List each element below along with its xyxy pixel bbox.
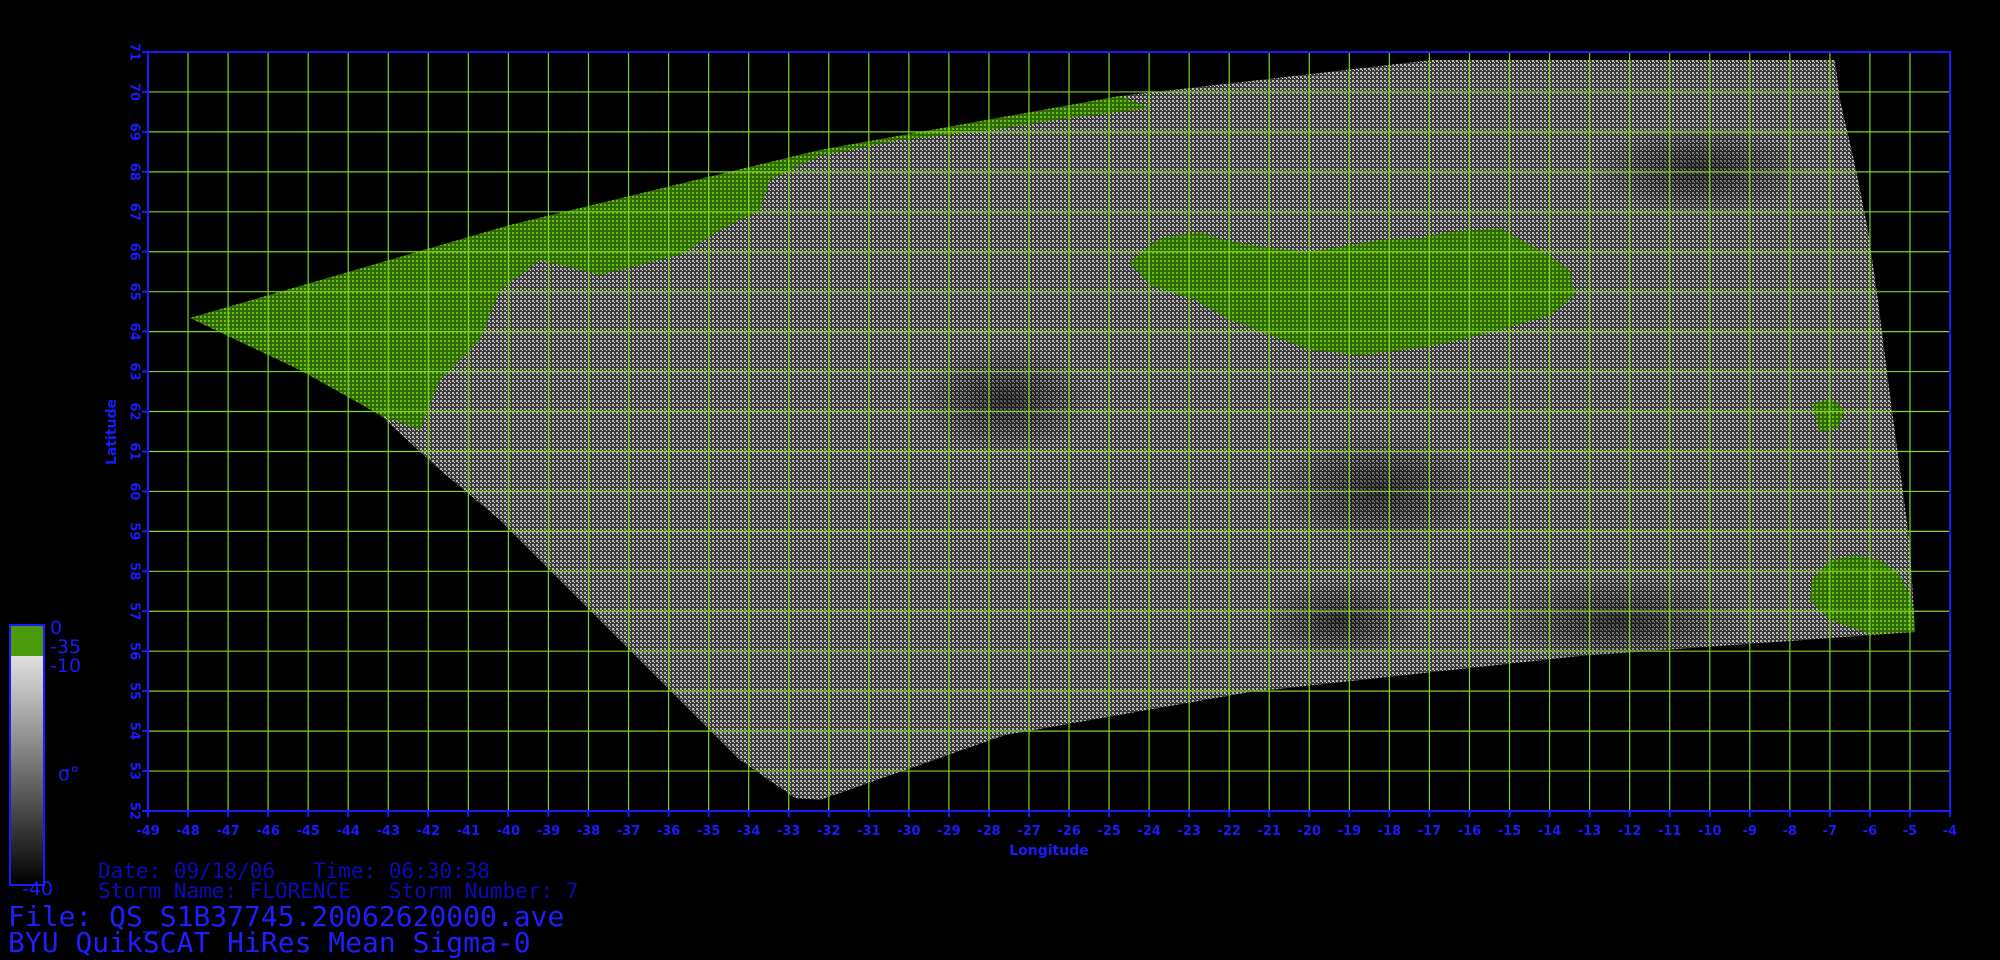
longitude-tick-label: -17 [1418,824,1442,839]
latitude-tick-label: 62 [127,402,142,420]
longitude-tick-label: -13 [1578,824,1602,839]
longitude-tick-label: -38 [577,824,601,839]
longitude-tick-label: -19 [1338,824,1362,839]
longitude-tick-label: -27 [1017,824,1041,839]
longitude-tick-label: -26 [1057,824,1081,839]
longitude-tick-labels: -49 -48 -47 -46 -45 -44 -43 -42 -41 -40 -39 -38 -37 -… [136,811,1957,839]
longitude-tick-label: -12 [1618,824,1642,839]
latitude-tick-label: 61 [127,442,142,460]
latitude-tick-label: 52 [127,802,142,820]
longitude-tick-label: -34 [737,824,761,839]
longitude-tick-label: -32 [817,824,841,839]
longitude-tick-label: -25 [1097,824,1121,839]
latitude-tick-label: 70 [127,83,142,101]
longitude-tick-label: -18 [1378,824,1402,839]
colorbar-land-swatch [11,626,43,656]
latitude-tick-label: 59 [127,522,142,540]
longitude-tick-label: -35 [697,824,721,839]
longitude-tick-label: -8 [1783,824,1797,839]
longitude-tick-label: -11 [1658,824,1682,839]
longitude-tick-label: -47 [216,824,240,839]
colorbar-legend: 0 -35 -10 σ° -40 [9,617,81,900]
legend-symbol: σ° [58,763,80,785]
product-title-line: BYU QuikSCAT HiRes Mean Sigma-0 [8,926,531,959]
latitude-axis-title: Latitude [104,399,120,465]
latitude-tick-label: 58 [127,562,142,580]
longitude-tick-label: -37 [617,824,641,839]
latitude-tick-label: 65 [127,283,142,301]
legend-label-bottom: -40 [22,878,53,900]
latitude-tick-labels: 52 53 54 55 56 57 58 59 60 61 62 63 64 65 66 67 68 69 70 71 [127,43,148,820]
longitude-tick-label: -22 [1217,824,1241,839]
latitude-tick-label: 55 [127,682,142,700]
latitude-tick-label: 56 [127,642,142,660]
longitude-tick-label: -30 [897,824,921,839]
latitude-tick-label: 69 [127,123,142,141]
longitude-tick-label: -46 [256,824,280,839]
longitude-tick-label: -31 [857,824,881,839]
longitude-tick-label: -5 [1903,824,1917,839]
latitude-tick-label: 53 [127,762,142,780]
latitude-tick-label: 64 [127,323,142,341]
longitude-tick-label: -20 [1298,824,1322,839]
latitude-tick-label: 71 [127,43,142,61]
longitude-tick-label: -4 [1943,824,1957,839]
longitude-tick-label: -43 [377,824,401,839]
legend-label-upper: -10 [50,655,81,677]
storm-line: Storm Name: FLORENCE Storm Number: 7 [98,879,579,903]
scatterometer-map: -49 -48 -47 -46 -45 -44 -43 -42 -41 -40 -39 -38 -37 -… [9,43,1957,900]
latitude-tick-label: 68 [127,163,142,181]
longitude-tick-label: -9 [1743,824,1757,839]
longitude-tick-label: -44 [336,824,360,839]
longitude-tick-label: -6 [1863,824,1877,839]
longitude-tick-label: -21 [1257,824,1281,839]
longitude-tick-label: -7 [1823,824,1837,839]
sigma0-swath [190,60,1915,800]
latitude-tick-label: 57 [127,602,142,620]
longitude-tick-label: -42 [417,824,441,839]
latitude-tick-label: 54 [127,722,142,740]
latitude-tick-label: 66 [127,243,142,261]
longitude-tick-label: -40 [497,824,521,839]
longitude-tick-label: -41 [457,824,481,839]
longitude-tick-label: -39 [537,824,561,839]
longitude-tick-label: -15 [1498,824,1522,839]
longitude-tick-label: -29 [937,824,961,839]
latitude-tick-label: 67 [127,203,142,221]
longitude-tick-label: -33 [777,824,801,839]
longitude-tick-label: -24 [1137,824,1161,839]
longitude-tick-label: -36 [657,824,681,839]
longitude-tick-label: -48 [176,824,200,839]
longitude-tick-label: -14 [1538,824,1562,839]
longitude-axis-title: Longitude [1009,843,1089,859]
latitude-tick-label: 60 [127,482,142,500]
longitude-tick-label: -16 [1458,824,1482,839]
longitude-tick-label: -10 [1698,824,1722,839]
longitude-tick-label: -45 [296,824,320,839]
longitude-tick-label: -28 [977,824,1001,839]
colorbar-icon [9,624,45,886]
latitude-tick-label: 63 [127,363,142,381]
longitude-tick-label: -49 [136,824,160,839]
longitude-tick-label: -23 [1177,824,1201,839]
